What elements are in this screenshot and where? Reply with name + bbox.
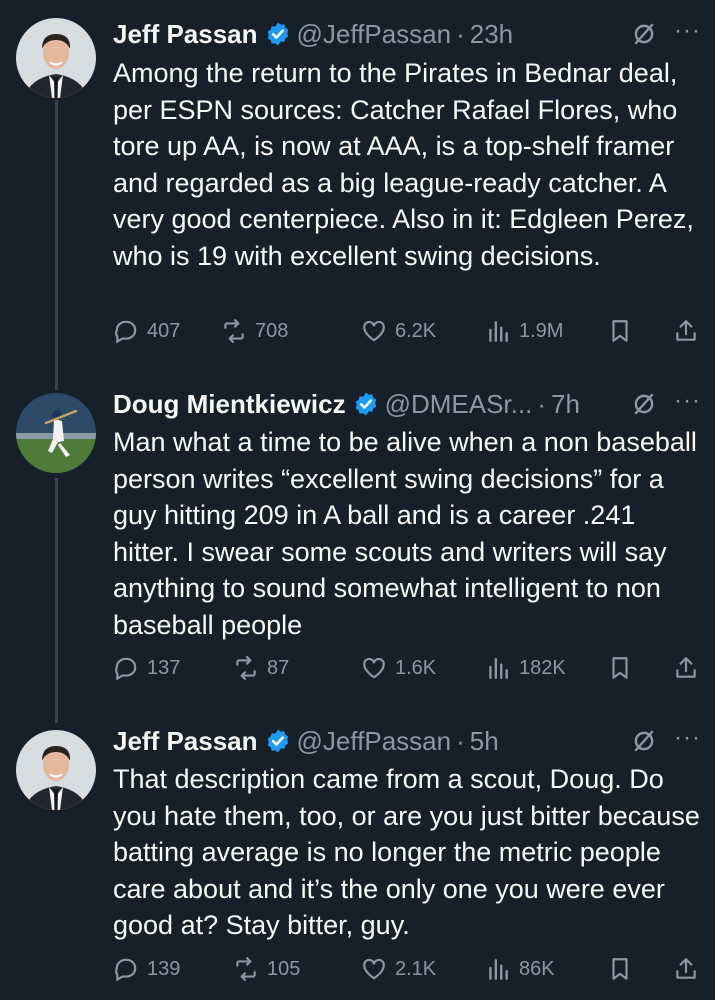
author-handle[interactable]: @JeffPassan xyxy=(297,726,452,757)
verified-badge-icon xyxy=(267,22,288,46)
repost-icon xyxy=(236,656,256,680)
timestamp[interactable]: 23h xyxy=(470,19,513,50)
bookmark-button[interactable] xyxy=(607,655,633,681)
repost-icon xyxy=(236,957,256,981)
verified-badge-icon xyxy=(355,392,376,416)
tweet[interactable]: Jeff Passan @JeffPassan · 5h ··· That de… xyxy=(0,720,715,1000)
avatar[interactable] xyxy=(16,730,96,810)
views-count: 182K xyxy=(519,656,566,679)
bookmark-icon xyxy=(612,657,628,679)
like-count: 6.2K xyxy=(395,319,437,342)
separator-dot: · xyxy=(456,18,465,49)
verified-badge-icon xyxy=(267,729,288,753)
more-icon[interactable]: ··· xyxy=(674,387,701,415)
author-handle[interactable]: @DMEASr... xyxy=(385,389,533,420)
repost-count: 105 xyxy=(267,957,301,980)
views-button[interactable]: 1.9M xyxy=(485,318,563,344)
tweet-text: Among the return to the Pirates in Bedna… xyxy=(113,58,694,271)
repost-count: 87 xyxy=(267,656,290,679)
reply-count: 407 xyxy=(147,319,181,342)
timestamp[interactable]: 7h xyxy=(551,389,580,420)
like-count: 1.6K xyxy=(395,656,437,679)
reply-button[interactable]: 139 xyxy=(113,956,180,982)
views-button[interactable]: 182K xyxy=(485,655,566,681)
avatar-doug-mientkiewicz-icon xyxy=(16,393,96,473)
avatar[interactable] xyxy=(16,18,96,98)
reply-count: 139 xyxy=(147,957,181,980)
repost-button[interactable]: 708 xyxy=(221,318,288,344)
avatar-jeff-passan-icon xyxy=(16,730,96,810)
share-button[interactable] xyxy=(673,956,699,982)
views-count: 1.9M xyxy=(519,319,564,342)
like-button[interactable]: 1.6K xyxy=(361,655,436,681)
reply-count: 137 xyxy=(147,656,181,679)
views-icon xyxy=(489,321,508,342)
more-icon[interactable]: ··· xyxy=(674,17,701,45)
share-icon xyxy=(676,657,696,678)
avatar-jeff-passan-icon xyxy=(16,18,96,98)
author-name[interactable]: Jeff Passan xyxy=(113,726,258,757)
share-icon xyxy=(676,958,696,979)
bookmark-icon xyxy=(612,958,628,980)
separator-dot: · xyxy=(537,388,546,419)
action-bar: 139 105 2.1K 86K xyxy=(113,956,703,986)
tweet[interactable]: Doug Mientkiewicz @DMEASr... · 7h ··· Ma… xyxy=(0,380,715,720)
share-icon xyxy=(676,320,696,341)
separator-dot: · xyxy=(456,725,465,756)
tweet-text: Man what a time to be alive when a non b… xyxy=(113,427,697,640)
like-button[interactable]: 6.2K xyxy=(361,318,436,344)
action-bar: 407 708 6.2K 1.9M xyxy=(113,318,703,348)
reply-icon xyxy=(115,958,137,982)
share-button[interactable] xyxy=(673,655,699,681)
reply-button[interactable]: 137 xyxy=(113,655,180,681)
like-count: 2.1K xyxy=(395,957,437,980)
author-name[interactable]: Jeff Passan xyxy=(113,19,258,50)
repost-icon xyxy=(224,319,244,343)
reply-button[interactable]: 407 xyxy=(113,318,180,344)
like-button[interactable]: 2.1K xyxy=(361,956,436,982)
author-name[interactable]: Doug Mientkiewicz xyxy=(113,389,346,420)
reply-icon xyxy=(115,657,137,681)
bookmark-icon xyxy=(612,320,628,342)
timestamp[interactable]: 5h xyxy=(470,726,499,757)
grok-icon[interactable] xyxy=(631,728,657,754)
grok-icon[interactable] xyxy=(631,21,657,47)
bookmark-button[interactable] xyxy=(607,318,633,344)
share-button[interactable] xyxy=(673,318,699,344)
grok-icon[interactable] xyxy=(631,391,657,417)
tweet-text: That description came from a scout, Doug… xyxy=(113,764,700,941)
like-icon xyxy=(363,657,385,679)
reply-icon xyxy=(115,320,137,344)
tweet[interactable]: Jeff Passan @JeffPassan · 23h ··· Among … xyxy=(0,0,715,380)
action-bar: 137 87 1.6K 182K xyxy=(113,655,703,685)
avatar[interactable] xyxy=(16,393,96,473)
views-button[interactable]: 86K xyxy=(485,956,555,982)
repost-button[interactable]: 105 xyxy=(233,956,300,982)
author-handle[interactable]: @JeffPassan xyxy=(297,19,452,50)
views-count: 86K xyxy=(519,957,555,980)
like-icon xyxy=(363,958,385,980)
views-icon xyxy=(489,658,508,679)
like-icon xyxy=(363,320,385,342)
repost-count: 708 xyxy=(255,319,289,342)
views-icon xyxy=(489,959,508,980)
repost-button[interactable]: 87 xyxy=(233,655,289,681)
bookmark-button[interactable] xyxy=(607,956,633,982)
more-icon[interactable]: ··· xyxy=(674,724,701,752)
